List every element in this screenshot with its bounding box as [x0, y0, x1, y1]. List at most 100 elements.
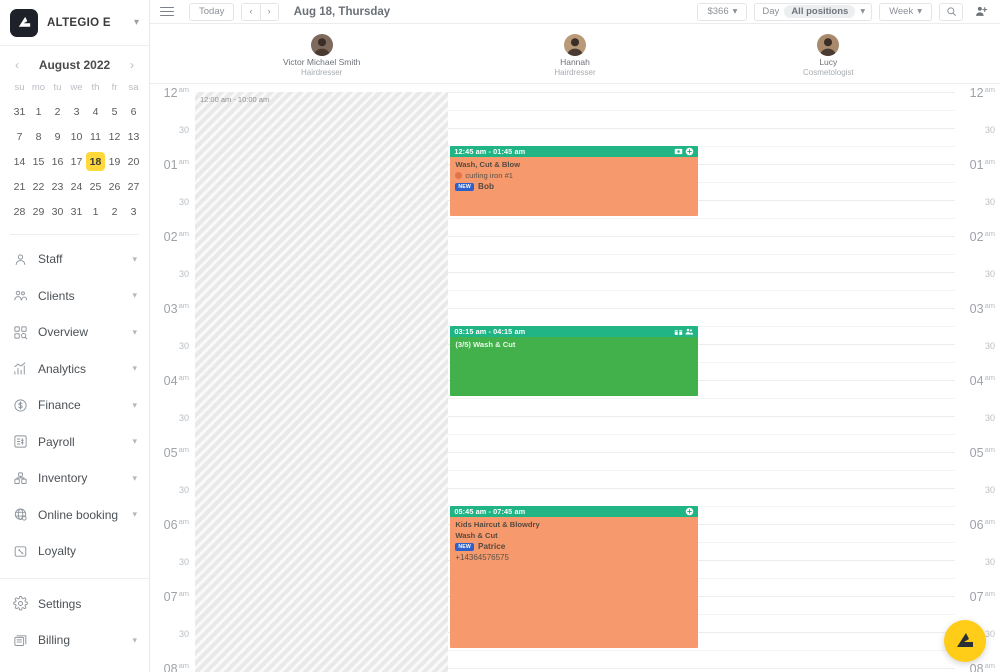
calendar-week-row: 14 15 16 17 18 19 20 [10, 149, 143, 174]
calendar-day-5[interactable]: 5 [105, 99, 124, 124]
calendar-day-24[interactable]: 24 [67, 174, 86, 199]
time-tick-half: 30 [984, 557, 995, 567]
staff-column-header-0[interactable]: Victor Michael Smith Hairdresser [195, 24, 448, 83]
calendar-day-label: 2 [111, 205, 118, 218]
calendar-day-18[interactable]: 18 [86, 149, 105, 174]
staff-column-2[interactable] [702, 84, 955, 672]
calendar-day-16[interactable]: 16 [48, 149, 67, 174]
calendar-day-25[interactable]: 25 [86, 174, 105, 199]
calendar-day-1[interactable]: 1 [29, 99, 48, 124]
money-icon[interactable] [674, 148, 683, 156]
staff-column-0[interactable]: 12:00 am - 10:00 am [195, 84, 449, 672]
prev-day-button[interactable]: ‹ [241, 2, 261, 21]
plus-circle-icon[interactable] [685, 147, 694, 156]
calendar-week-row: 21 22 23 24 25 26 27 [10, 174, 143, 199]
sidebar-item-billing[interactable]: Billing ▾ [0, 622, 149, 659]
calendar-day-8[interactable]: 8 [29, 124, 48, 149]
calendar-day-12[interactable]: 12 [105, 124, 124, 149]
staff-column-header-1[interactable]: Hannah Hairdresser [448, 24, 701, 83]
sidebar-item-settings[interactable]: Settings [0, 586, 149, 623]
calendar-week-row: 28 29 30 31 1 2 3 [10, 199, 143, 224]
calendar-day-10[interactable]: 10 [67, 124, 86, 149]
calendar-day-11[interactable]: 11 [86, 124, 105, 149]
sidebar-item-analytics[interactable]: Analytics ▾ [0, 351, 149, 388]
calendar-day-23[interactable]: 23 [48, 174, 67, 199]
sidebar-item-finance[interactable]: Finance ▾ [0, 387, 149, 424]
search-icon[interactable] [939, 2, 963, 21]
calendar-day-label: 22 [32, 180, 45, 193]
time-axis-left: 12am 30 01am 30 02am 30 03am 30 04am 30 05am 30 06am… [150, 84, 195, 672]
calendar-day-29[interactable]: 29 [29, 199, 48, 224]
chevron-down-icon[interactable]: ▾ [132, 473, 137, 484]
chevron-down-icon[interactable]: ▾ [132, 254, 137, 265]
staff-column-header-2[interactable]: Lucy Cosmetologist [702, 24, 955, 83]
appointment-card[interactable]: 03:15 am - 04:15 am (3/5) Wash & Cut [450, 326, 698, 396]
positions-filter-button[interactable]: Day All positions ▾ [754, 2, 873, 21]
calendar-day-3[interactable]: 3 [67, 99, 86, 124]
calendar-day-3[interactable]: 3 [124, 199, 143, 224]
chevron-down-icon[interactable]: ▾ [132, 635, 137, 646]
sidebar-item-clients[interactable]: Clients ▾ [0, 278, 149, 315]
gutter-right [955, 24, 1000, 83]
calendar-day-2[interactable]: 2 [105, 199, 124, 224]
blocked-time-region[interactable]: 12:00 am - 10:00 am [195, 92, 449, 672]
calendar-weekday-4: th [91, 82, 100, 93]
chevron-down-icon[interactable]: ▾ [132, 327, 137, 338]
new-client-badge: NEW [455, 183, 475, 192]
appointment-card[interactable]: 05:45 am - 07:45 am Kids Haircut & Blowdr… [450, 506, 698, 648]
calendar-weekday-1: mo [31, 82, 46, 93]
calendar-day-14[interactable]: 14 [10, 149, 29, 174]
chevron-down-icon[interactable]: ▾ [132, 290, 137, 301]
calendar-day-17[interactable]: 17 [67, 149, 86, 174]
calendar-day-9[interactable]: 9 [48, 124, 67, 149]
chevron-down-icon[interactable]: ▾ [132, 363, 137, 374]
hamburger-icon[interactable] [160, 6, 174, 17]
calendar-day-19[interactable]: 19 [105, 149, 124, 174]
calendar-day-26[interactable]: 26 [105, 174, 124, 199]
revenue-button[interactable]: $366 ▾ [697, 2, 748, 21]
calendar-day-7[interactable]: 7 [10, 124, 29, 149]
staff-column-1[interactable]: 12:45 am - 01:45 am Wash, Cut & Blow curli… [448, 84, 701, 672]
calendar-day-28[interactable]: 28 [10, 199, 29, 224]
sidebar-item-inventory[interactable]: Inventory ▾ [0, 460, 149, 497]
divider-footer [0, 577, 149, 579]
sidebar-item-staff[interactable]: Staff ▾ [0, 241, 149, 278]
calendar-day-31[interactable]: 31 [67, 199, 86, 224]
calendar-day-13[interactable]: 13 [124, 124, 143, 149]
add-user-icon[interactable] [970, 3, 992, 21]
today-button[interactable]: Today [189, 2, 235, 21]
calendar-day-15[interactable]: 15 [29, 149, 48, 174]
brand-header[interactable]: ALTEGIO E ▾ [0, 0, 149, 46]
calendar-body[interactable]: 12am 30 01am 30 02am 30 03am 30 04am 30 05am 30 06am… [150, 84, 1000, 672]
sidebar-item-payroll[interactable]: Payroll ▾ [0, 424, 149, 461]
sidebar-item-online-booking[interactable]: Online booking ▾ [0, 497, 149, 534]
calendar-day-1[interactable]: 1 [86, 199, 105, 224]
calendar-day-27[interactable]: 27 [124, 174, 143, 199]
calendar-day-20[interactable]: 20 [124, 149, 143, 174]
chevron-down-icon[interactable]: ▾ [132, 509, 137, 520]
week-view-button[interactable]: Week ▾ [879, 2, 932, 21]
calendar-day-31[interactable]: 31 [10, 99, 29, 124]
plus-circle-icon[interactable] [685, 507, 694, 516]
appointment-service: (3/5) Wash & Cut [455, 340, 516, 349]
calendar-day-label: 26 [108, 180, 121, 193]
calendar-day-22[interactable]: 22 [29, 174, 48, 199]
blocked-time-label: 12:00 am - 10:00 am [200, 95, 270, 104]
calendar-day-2[interactable]: 2 [48, 99, 67, 124]
chevron-down-icon[interactable]: ▾ [132, 400, 137, 411]
sidebar-item-overview[interactable]: Overview ▾ [0, 314, 149, 351]
calendar-prev-icon[interactable]: ‹ [12, 58, 22, 72]
calendar-day-6[interactable]: 6 [124, 99, 143, 124]
chevron-down-icon[interactable]: ▾ [132, 436, 137, 447]
calendar-day-30[interactable]: 30 [48, 199, 67, 224]
quick-add-fab[interactable] [944, 620, 986, 662]
calendar-day-4[interactable]: 4 [86, 99, 105, 124]
chevron-down-icon[interactable]: ▾ [134, 17, 139, 28]
next-day-button[interactable]: › [260, 2, 279, 21]
calendar-next-icon[interactable]: › [127, 58, 137, 72]
gift-icon[interactable] [674, 328, 683, 336]
group-icon[interactable] [685, 328, 694, 336]
appointment-card[interactable]: 12:45 am - 01:45 am Wash, Cut & Blow curli… [450, 146, 698, 216]
calendar-day-21[interactable]: 21 [10, 174, 29, 199]
sidebar-item-loyalty[interactable]: Loyalty [0, 533, 149, 570]
